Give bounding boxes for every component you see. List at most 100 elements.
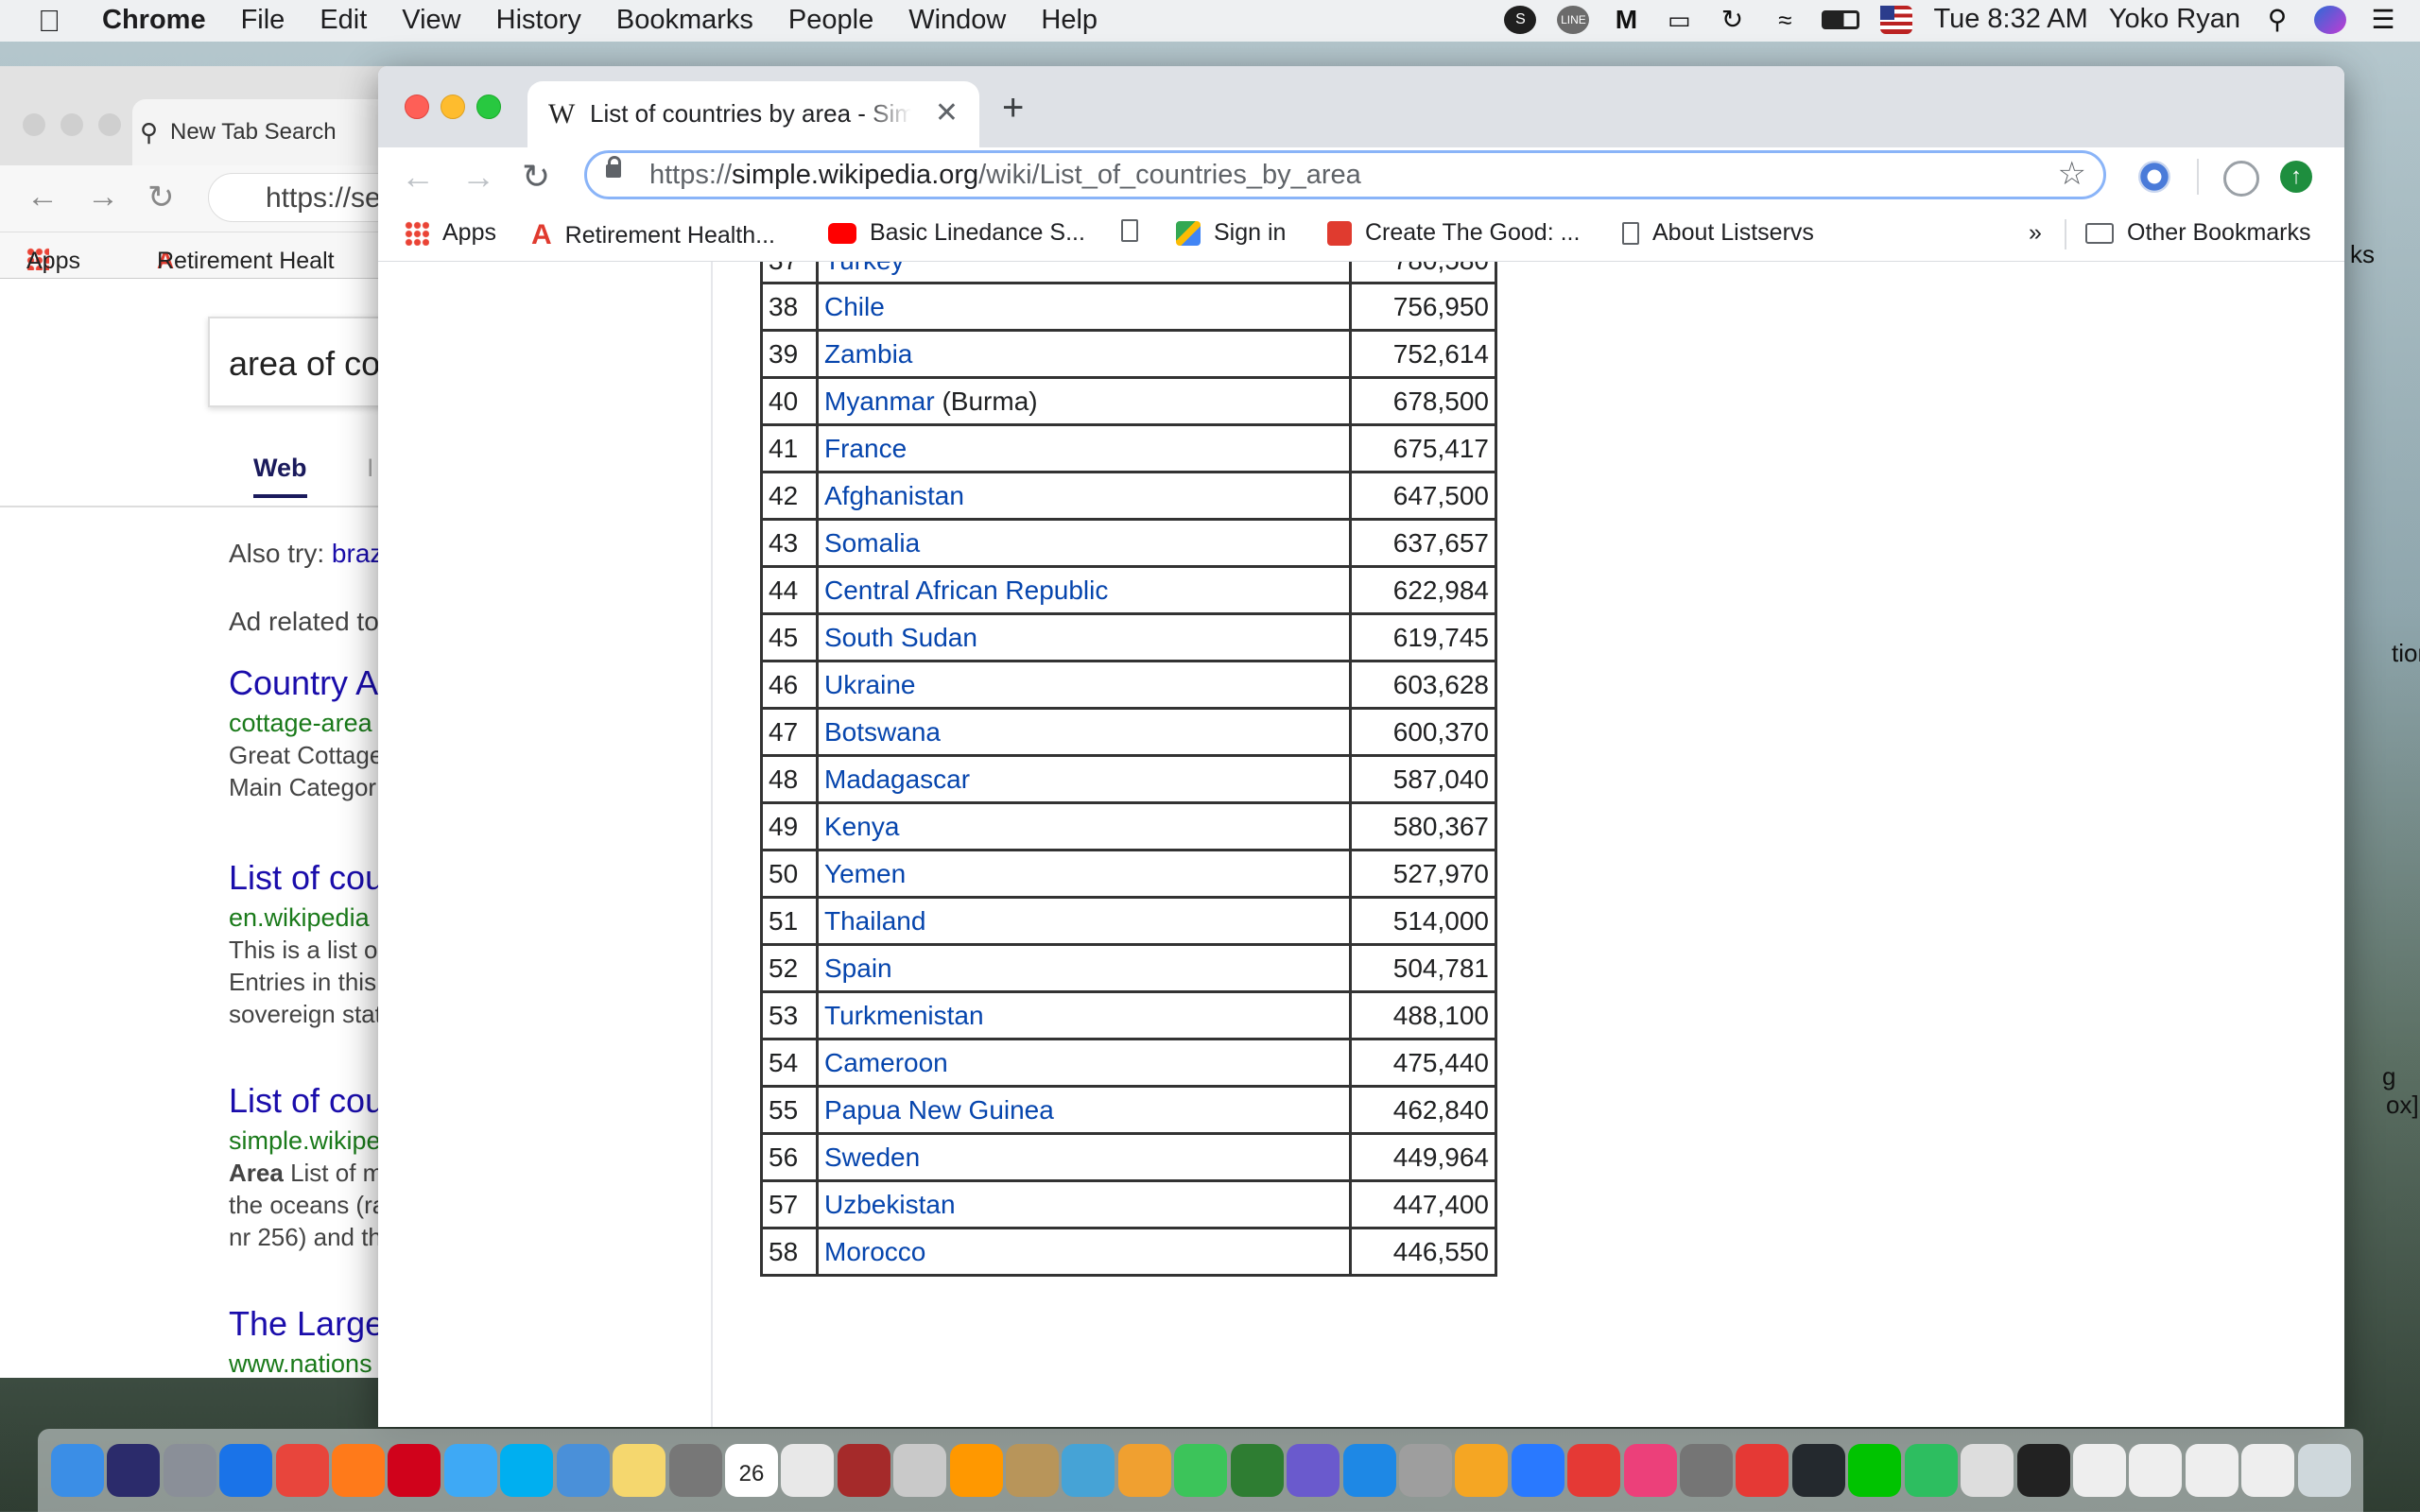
menu-help[interactable]: Help	[1041, 5, 1098, 36]
bg-forward-icon[interactable]: →	[87, 179, 119, 215]
wifi-icon[interactable]: ≈	[1769, 6, 1801, 34]
battery-icon[interactable]	[1822, 9, 1860, 29]
menu-window[interactable]: Window	[908, 5, 1006, 36]
country-link[interactable]: Kenya	[824, 812, 899, 841]
bg-result-title[interactable]: The Large	[229, 1304, 384, 1344]
bg-result-url[interactable]: en.wikipedia	[229, 903, 370, 933]
bg-result-url[interactable]: simple.wikipe	[229, 1126, 381, 1156]
bg-result-url[interactable]: www.nations	[229, 1349, 372, 1378]
bg-url-field[interactable]: https://se	[208, 173, 397, 222]
messages-icon[interactable]	[444, 1444, 497, 1497]
system-preferences-icon[interactable]	[1680, 1444, 1733, 1497]
country-link[interactable]: Botswana	[824, 717, 941, 747]
country-link[interactable]: South Sudan	[824, 623, 977, 652]
menu-app-name[interactable]: Chrome	[102, 5, 206, 36]
apple-menu-icon[interactable]: 	[38, 4, 60, 39]
skype-icon[interactable]	[500, 1444, 553, 1497]
country-link[interactable]: Uzbekistan	[824, 1190, 956, 1219]
firefox-icon[interactable]	[332, 1444, 385, 1497]
dictionary-icon[interactable]	[838, 1444, 890, 1497]
skype-icon[interactable]: S	[1504, 5, 1537, 34]
window-icon[interactable]	[2073, 1444, 2126, 1497]
notification-center-icon[interactable]: ☰	[2367, 5, 2399, 34]
bookmark-apps[interactable]: Apps	[405, 219, 496, 247]
country-link[interactable]: Zambia	[824, 339, 912, 369]
lock-icon[interactable]	[606, 156, 621, 178]
line-icon[interactable]: LINE	[1557, 5, 1590, 34]
preview-icon[interactable]	[893, 1444, 946, 1497]
bookmark-basic-linedance[interactable]: Basic Linedance S...	[828, 219, 1085, 247]
country-link[interactable]: Afghanistan	[824, 481, 964, 510]
menu-bookmarks[interactable]: Bookmarks	[616, 5, 753, 36]
menu-edit[interactable]: Edit	[320, 5, 367, 36]
page-content[interactable]: 37 Turkey 780,580 38Chile 756,950 39Zambia 752…	[378, 262, 2344, 1427]
mail-icon[interactable]	[557, 1444, 610, 1497]
notes-icon[interactable]	[613, 1444, 666, 1497]
bg-also-try-link[interactable]: braz	[332, 539, 383, 568]
country-link[interactable]: Turkmenistan	[824, 1001, 984, 1030]
line-icon[interactable]	[1848, 1444, 1901, 1497]
country-link[interactable]: Sweden	[824, 1143, 920, 1172]
chrome-window[interactable]: W List of countries by area - Simple Eng…	[378, 66, 2344, 1427]
appstore-icon[interactable]	[1343, 1444, 1396, 1497]
printer-icon[interactable]	[1399, 1444, 1452, 1497]
bg-close-button[interactable]	[23, 113, 45, 136]
forward-icon[interactable]: →	[461, 157, 495, 197]
opera-icon[interactable]	[388, 1444, 441, 1497]
menu-history[interactable]: History	[496, 5, 581, 36]
airplay-icon[interactable]: ▭	[1663, 6, 1695, 34]
menu-view[interactable]: View	[402, 5, 460, 36]
country-link[interactable]: Madagascar	[824, 765, 970, 794]
background-browser-window[interactable]: ⚲ New Tab Search ← → ↻ https://se Apps A…	[0, 66, 397, 1378]
other-bookmarks[interactable]: Other Bookmarks	[2085, 219, 2311, 247]
country-link[interactable]: Chile	[824, 292, 885, 321]
bookmark-star-icon[interactable]: ☆	[2058, 155, 2086, 193]
sublime-icon[interactable]	[950, 1444, 1003, 1497]
numbers-icon[interactable]	[1231, 1444, 1284, 1497]
siri-icon[interactable]	[2314, 5, 2346, 34]
country-link[interactable]: France	[824, 434, 907, 463]
photos-icon[interactable]	[1118, 1444, 1171, 1497]
country-link[interactable]: Yemen	[824, 859, 906, 888]
network-icon[interactable]	[1062, 1444, 1115, 1497]
finder-icon[interactable]	[51, 1444, 104, 1497]
close-window-button[interactable]	[405, 94, 429, 119]
country-link[interactable]: Central African Republic	[824, 576, 1108, 605]
bookmark-retirement-health[interactable]: A Retirement Health...	[531, 219, 775, 251]
tab-active[interactable]: W List of countries by area - Simple Eng…	[527, 81, 979, 147]
terminal-icon[interactable]	[2017, 1444, 2070, 1497]
profile-avatar-icon[interactable]	[2223, 161, 2259, 197]
country-link[interactable]: Ukraine	[824, 670, 915, 699]
pages-icon[interactable]	[1455, 1444, 1508, 1497]
pdf-icon[interactable]	[1736, 1444, 1789, 1497]
bg-zoom-button[interactable]	[98, 113, 121, 136]
tab-close-icon[interactable]: ✕	[935, 96, 959, 129]
update-icon[interactable]: ↑	[2280, 161, 2312, 193]
extension-icon[interactable]	[2138, 161, 2170, 193]
bg-tab-web[interactable]: Web	[253, 454, 307, 498]
bookmark-about-listservs[interactable]: About Listservs	[1622, 219, 1814, 247]
time-machine-icon[interactable]: ↻	[1716, 5, 1748, 34]
country-link[interactable]: Spain	[824, 954, 892, 983]
bg-result-title[interactable]: List of cou	[229, 858, 384, 898]
window-icon[interactable]	[2129, 1444, 2182, 1497]
menu-user[interactable]: Yoko Ryan	[2109, 4, 2240, 35]
bg-search-input[interactable]: area of co	[208, 317, 397, 407]
country-link[interactable]: Myanmar	[824, 387, 935, 416]
trash-icon[interactable]	[2298, 1444, 2351, 1497]
bookmarks-overflow-button[interactable]: »	[2029, 219, 2042, 247]
imovie-icon[interactable]	[1287, 1444, 1340, 1497]
bg-result-title[interactable]: Country A	[229, 663, 378, 703]
country-link[interactable]: Somalia	[824, 528, 920, 558]
keynote-icon[interactable]	[1512, 1444, 1564, 1497]
bg-back-icon[interactable]: ←	[26, 179, 59, 215]
window-icon[interactable]	[2186, 1444, 2238, 1497]
textedit-icon[interactable]	[781, 1444, 834, 1497]
chrome-icon[interactable]	[276, 1444, 329, 1497]
calculator-icon[interactable]	[669, 1444, 722, 1497]
bg-reload-icon[interactable]: ↻	[147, 179, 175, 216]
facetime-icon[interactable]	[1174, 1444, 1227, 1497]
country-link[interactable]: Thailand	[824, 906, 925, 936]
back-icon[interactable]: ←	[401, 157, 435, 197]
news-icon[interactable]	[1567, 1444, 1620, 1497]
